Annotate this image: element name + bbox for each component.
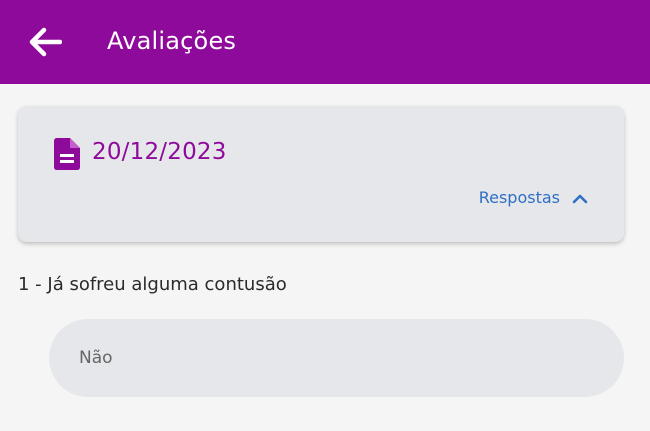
document-icon xyxy=(54,138,80,170)
evaluation-date: 20/12/2023 xyxy=(92,139,227,165)
back-button[interactable] xyxy=(26,24,64,60)
question-text: 1 - Já sofreu alguma contusão xyxy=(18,274,287,295)
answers-label: Respostas xyxy=(478,188,560,207)
answer-field: Não xyxy=(49,319,624,397)
answers-toggle[interactable]: Respostas xyxy=(479,188,588,207)
answer-value: Não xyxy=(79,348,113,368)
arrow-left-icon xyxy=(29,27,62,57)
page-title: Avaliações xyxy=(107,27,237,55)
chevron-up-icon xyxy=(572,194,588,203)
evaluation-card: 20/12/2023 Respostas xyxy=(18,106,624,242)
app-bar: Avaliações xyxy=(0,0,650,84)
